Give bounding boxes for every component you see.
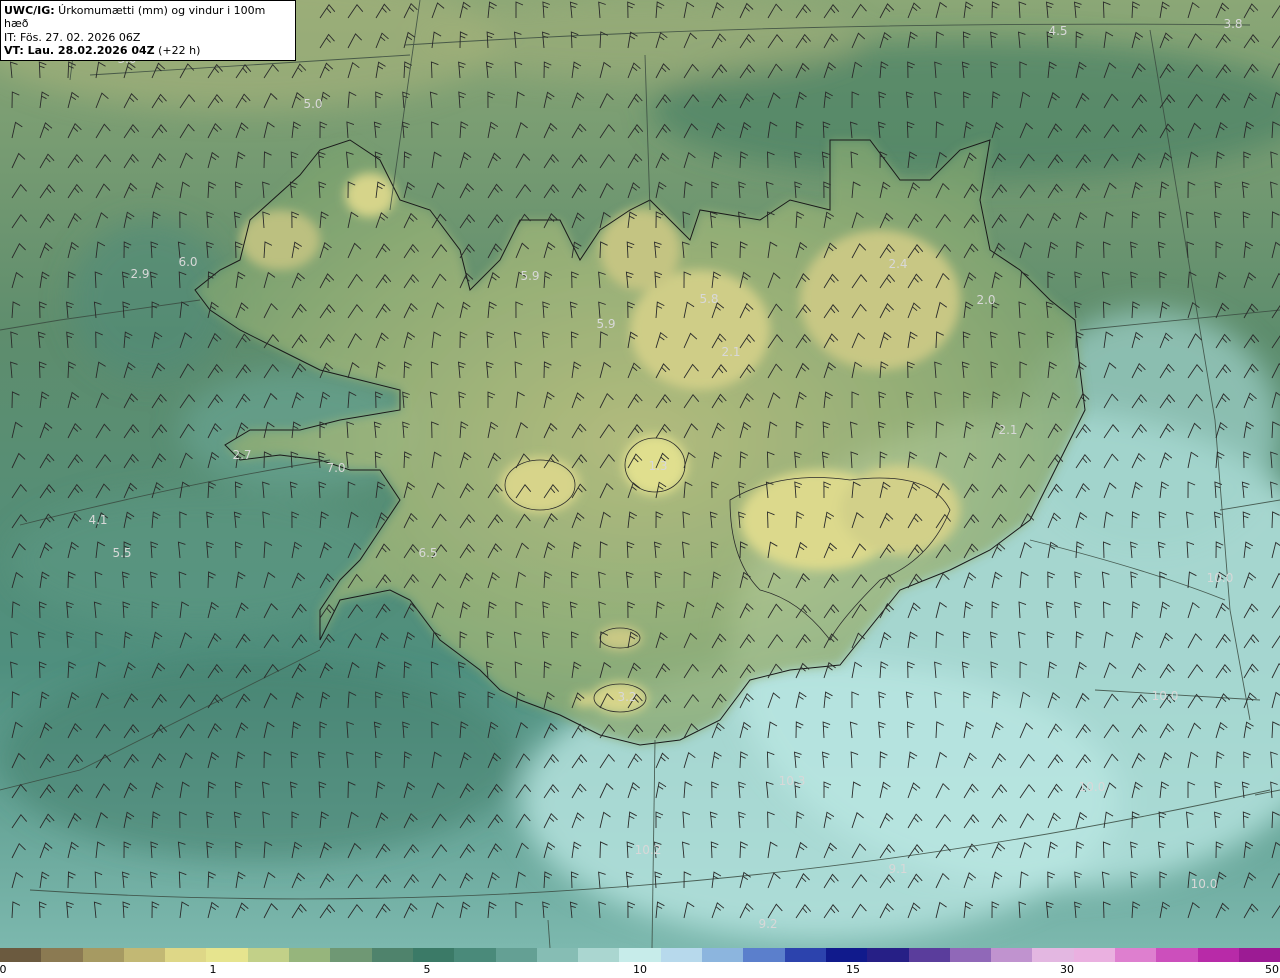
precip-value-label: 3.2 [617,690,636,704]
precip-value-label: 9.1 [888,862,907,876]
colorbar-segment [41,948,83,962]
precip-value-label: 6.5 [418,546,437,560]
colorbar-segment [82,948,124,962]
colorbar-segment [495,948,537,962]
precip-value-label: 3.8 [1223,17,1242,31]
colorbar-segment [247,948,290,962]
colorbar-segment [784,948,826,962]
colorbar-segment [1073,948,1116,962]
precip-value-label: 9.2 [758,917,777,931]
lead-time: (+22 h) [154,44,201,58]
colorbar-segment [289,948,331,962]
colorbar-segment [949,948,992,962]
colorbar-segment [867,948,909,962]
colorbar-tick-label: 0 [0,963,7,976]
precipitation-wind-map[interactable]: 3.84.53.05.06.02.95.95.95.82.42.02.12.12… [0,0,1280,948]
precip-value-label: 2.1 [721,345,740,359]
precip-value-label: 10.0 [1207,571,1234,585]
precip-value-label: 4.1 [88,513,107,527]
precip-value-label: 4.5 [1048,24,1067,38]
precip-value-label: 7.0 [326,461,345,475]
colorbar-segment [165,948,207,962]
colorbar-tick-label: 5 [423,963,431,976]
model-label: UWC/IG: [4,4,55,17]
title-line: UWC/IG: Úrkomumætti (mm) og vindur i 100… [4,4,291,31]
colorbar-segment [991,948,1033,962]
colorbar-tick-label: 10 [633,963,647,976]
valid-time: VT: Lau. 28.02.2026 04Z [4,44,155,58]
colorbar-segment [1238,948,1280,962]
precip-value-label: 5.8 [699,292,718,306]
colorbar-segment [578,948,620,962]
precip-value-label: 1.3 [648,459,667,473]
colorbar-segment [123,948,166,962]
colorbar-segment [825,948,868,962]
colorbar-segment [206,948,248,962]
colorbar-segment [660,948,703,962]
colorbar-segment [1197,948,1239,962]
colorbar-tick-label: 15 [846,963,860,976]
colorbar-segment [743,948,785,962]
valid-time-line: VT: Lau. 28.02.2026 04Z (+22 h) [4,44,291,57]
precip-value-label: 5.9 [596,317,615,331]
colorbar-segment [908,948,950,962]
colorbar-segment [536,948,579,962]
precip-value-label: 10.0 [1079,780,1106,794]
precip-value-label: 2.0 [976,293,995,307]
colorbar-segment [702,948,744,962]
precip-value-label: 2.9 [130,267,149,281]
colorbar-tick-label: 30 [1060,963,1074,976]
colorbar-segment [371,948,413,962]
colorbar-tick-label: 50 [1265,963,1279,976]
precip-value-label: 2.4 [888,257,907,271]
precip-value-label: 5.0 [303,97,322,111]
precip-value-label: 2.7 [232,448,251,462]
colorbar-segment [1115,948,1157,962]
precip-value-label: 6.0 [178,255,197,269]
precip-value-label: 10.0 [1152,689,1179,703]
colorbar-ticks: 0 1 5 10 15 30 50 [0,962,1280,978]
init-time: IT: Fös. 27. 02. 2026 06Z [4,30,141,44]
colorbar-segment [454,948,496,962]
map-canvas: 3.84.53.05.06.02.95.95.95.82.42.02.12.12… [0,0,1280,948]
precip-value-label: 5.5 [112,546,131,560]
precip-value-label: 10.2 [635,843,662,857]
colorbar-tick-label: 1 [209,963,217,976]
map-info-box: UWC/IG: Úrkomumætti (mm) og vindur i 100… [0,0,296,61]
precip-value-label: 10.0 [1191,877,1218,891]
precip-value-label: 2.1 [998,423,1017,437]
colorbar [0,948,1280,962]
colorbar-segment [1032,948,1074,962]
precip-value-label: 5.9 [520,269,539,283]
colorbar-segment [1156,948,1198,962]
colorbar-segment [0,948,42,962]
colorbar-segment [412,948,455,962]
colorbar-segment [619,948,661,962]
precip-value-label: 10.3 [779,774,806,788]
colorbar-segment [330,948,372,962]
